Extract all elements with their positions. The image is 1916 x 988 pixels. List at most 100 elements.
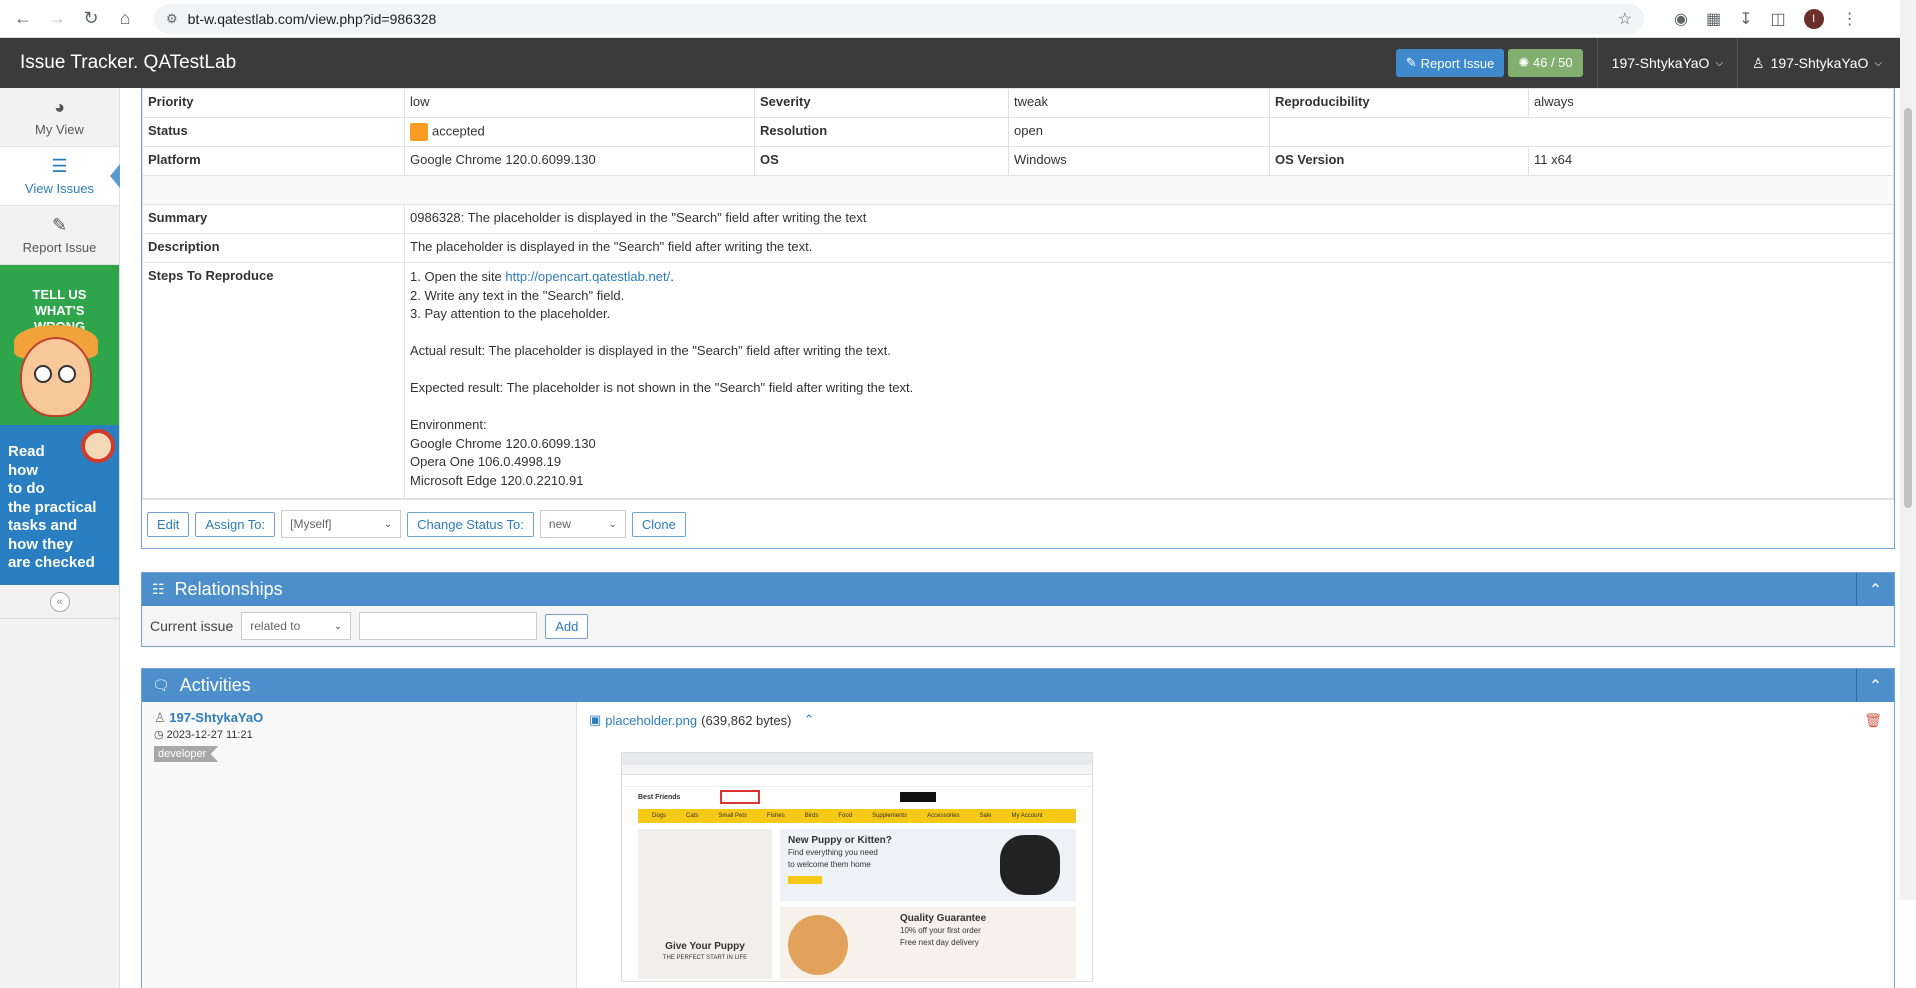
- issue-details: Priority low Severity tweak Reproducibil…: [141, 88, 1895, 549]
- attachment-preview[interactable]: Best Friends Dogs Cats Small Pets Fishes…: [621, 752, 1093, 982]
- status-text: accepted: [432, 123, 485, 139]
- home-icon[interactable]: ⌂: [110, 4, 140, 34]
- issue-count-badge[interactable]: ✺ 46 / 50: [1508, 49, 1583, 77]
- comments-icon: 🗨: [152, 677, 170, 693]
- change-status-button[interactable]: Change Status To:: [407, 511, 534, 537]
- reload-icon[interactable]: ↻: [76, 4, 106, 34]
- step-3-text: 3. Pay attention to the placeholder.: [410, 306, 611, 321]
- banner-line: the practical: [8, 498, 97, 516]
- status-select[interactable]: new ⌄: [539, 510, 626, 538]
- status-color-swatch: [410, 123, 428, 141]
- url-text[interactable]: bt-w.qatestlab.com/view.php?id=986328: [188, 11, 1608, 27]
- relationship-type-select[interactable]: related to ⌄: [241, 612, 352, 640]
- assign-to-select[interactable]: [Myself] ⌄: [281, 510, 402, 538]
- delete-icon[interactable]: 🗑: [1864, 712, 1882, 729]
- related-issue-input[interactable]: [359, 612, 538, 640]
- image-file-icon: ▣: [589, 712, 602, 727]
- clone-button[interactable]: Clone: [631, 511, 686, 537]
- scrollbar-thumb[interactable]: [1904, 108, 1912, 508]
- character-illustration: [20, 337, 92, 417]
- relationships-title: Relationships: [174, 579, 283, 599]
- collapse-activities-icon[interactable]: ⌃: [1856, 669, 1894, 702]
- app-title[interactable]: Issue Tracker. QATestLab: [20, 52, 1396, 74]
- attachment-size: (639,862 bytes): [701, 712, 792, 728]
- relationships-widget: ☷ Relationships ⌃ Current issue related …: [141, 572, 1895, 647]
- issue-fields-table: Priority low Severity tweak Reproducibil…: [142, 88, 1894, 499]
- opencart-link[interactable]: http://opencart.qatestlab.net/: [505, 269, 670, 284]
- activity-entry: ♙ 197-ShtykaYaO ◷ 2023-12-27 11:21 devel…: [142, 702, 1894, 988]
- user-dropdown[interactable]: ♙ 197-ShtykaYaO ⌵: [1737, 38, 1896, 88]
- banner-line: TELL US: [32, 287, 87, 302]
- collapse-relationships-icon[interactable]: ⌃: [1856, 573, 1894, 606]
- priority-label: Priority: [142, 88, 405, 118]
- browser-toolbar: ← → ↻ ⌂ ⚙ bt-w.qatestlab.com/view.php?id…: [0, 0, 1916, 38]
- relationships-body: Current issue related to ⌄ Add: [142, 606, 1894, 646]
- practical-tasks-banner[interactable]: Read how to do the practical tasks and h…: [0, 425, 119, 585]
- priority-value: low: [404, 88, 755, 118]
- add-relationship-button[interactable]: Add: [545, 613, 589, 639]
- edit-button[interactable]: Edit: [147, 511, 190, 537]
- character-eye: [58, 365, 76, 383]
- resolution-label: Resolution: [754, 117, 1009, 147]
- issue-count: 46 / 50: [1532, 55, 1573, 70]
- summary-value: 0986328: The placeholder is displayed in…: [404, 204, 1894, 234]
- preview-nav: Dogs Cats Small Pets Fishes Birds Food S…: [638, 809, 1076, 823]
- preview-dog-banner: Give Your Puppy THE PERFECT START IN LIF…: [638, 829, 772, 979]
- severity-label: Severity: [754, 88, 1009, 118]
- banner-line: WHAT'S: [34, 303, 85, 318]
- current-issue-label: Current issue: [150, 618, 234, 634]
- preview-nav-item: Accessories: [927, 813, 960, 819]
- forward-icon[interactable]: →: [42, 4, 72, 34]
- sidebar-item-label: Report Issue: [22, 240, 97, 255]
- address-bar[interactable]: ⚙ bt-w.qatestlab.com/view.php?id=986328 …: [154, 3, 1644, 34]
- collapse-attachment-icon[interactable]: ⌃: [803, 712, 814, 728]
- sidebar-item-view-issues[interactable]: ☰ View Issues: [0, 147, 119, 206]
- assign-to-button[interactable]: Assign To:: [195, 511, 276, 537]
- bookmark-star-icon[interactable]: ☆: [1618, 9, 1632, 29]
- activity-meta: ♙ 197-ShtykaYaO ◷ 2023-12-27 11:21 devel…: [142, 702, 577, 988]
- page-scrollbar[interactable]: [1900, 0, 1916, 900]
- collapse-sidebar-icon[interactable]: «: [49, 591, 70, 612]
- os-value: Windows: [1008, 146, 1270, 176]
- preview-card-sub: 10% off your first order: [900, 926, 981, 935]
- back-icon[interactable]: ←: [8, 4, 38, 34]
- side-panel-icon[interactable]: ◫: [1771, 9, 1786, 29]
- app-header: Issue Tracker. QATestLab ✎ Report Issue …: [0, 38, 1916, 88]
- activity-user-link[interactable]: 197-ShtykaYaO: [169, 710, 263, 725]
- empty-cell: [1269, 117, 1894, 147]
- download-icon[interactable]: ↧: [1739, 9, 1752, 29]
- severity-value: tweak: [1008, 88, 1270, 118]
- sidebar-item-report-issue[interactable]: ✎ Report Issue: [0, 206, 119, 265]
- report-issue-button[interactable]: ✎ Report Issue: [1395, 49, 1505, 77]
- attachment-link[interactable]: placeholder.png: [605, 713, 697, 728]
- preview-nav-item: Small Pets: [718, 813, 748, 819]
- project-dropdown[interactable]: 197-ShtykaYaO ⌵: [1596, 38, 1737, 88]
- profile-avatar[interactable]: I: [1803, 8, 1824, 29]
- steps-label: Steps To Reproduce: [142, 262, 405, 499]
- steps-value: 1. Open the site http://opencart.qatestl…: [404, 262, 1894, 499]
- preview-nav-item: Fishes: [767, 813, 785, 819]
- preview-dog-sub: THE PERFECT START IN LIFE: [662, 955, 748, 961]
- sidebar: ◕ My View ☰ View Issues ✎ Report Issue T…: [0, 88, 120, 988]
- site-info-icon[interactable]: ⚙: [166, 11, 178, 27]
- status-value: accepted: [404, 117, 755, 147]
- description-value: The placeholder is displayed in the "Sea…: [404, 233, 1894, 263]
- extensions-icon[interactable]: ▦: [1706, 9, 1721, 29]
- edit-icon: ✎: [51, 215, 68, 235]
- chevron-down-icon: ⌄: [383, 518, 393, 530]
- bug-icon: ✺: [1518, 55, 1530, 70]
- preview-brand: Best Friends: [638, 793, 681, 801]
- environment-title: Environment:: [410, 417, 487, 432]
- extension-g-icon[interactable]: ◉: [1674, 9, 1688, 29]
- main-content: Priority low Severity tweak Reproducibil…: [120, 0, 1916, 988]
- feedback-banner[interactable]: TELL US WHAT'S WRONG: [0, 265, 119, 425]
- environment-item: Microsoft Edge 120.0.2210.91: [410, 472, 584, 488]
- dashboard-icon: ◕: [54, 97, 65, 117]
- preview-nav-item: My Account: [1011, 813, 1043, 819]
- preview-dog-image: [1000, 835, 1060, 895]
- banner-line: how they: [8, 535, 74, 553]
- menu-kebab-icon[interactable]: ⋮: [1842, 9, 1858, 29]
- sidebar-item-my-view[interactable]: ◕ My View: [0, 88, 119, 147]
- preview-card-sub: Free next day delivery: [900, 938, 979, 947]
- activity-date: 2023-12-27 11:21: [166, 729, 253, 741]
